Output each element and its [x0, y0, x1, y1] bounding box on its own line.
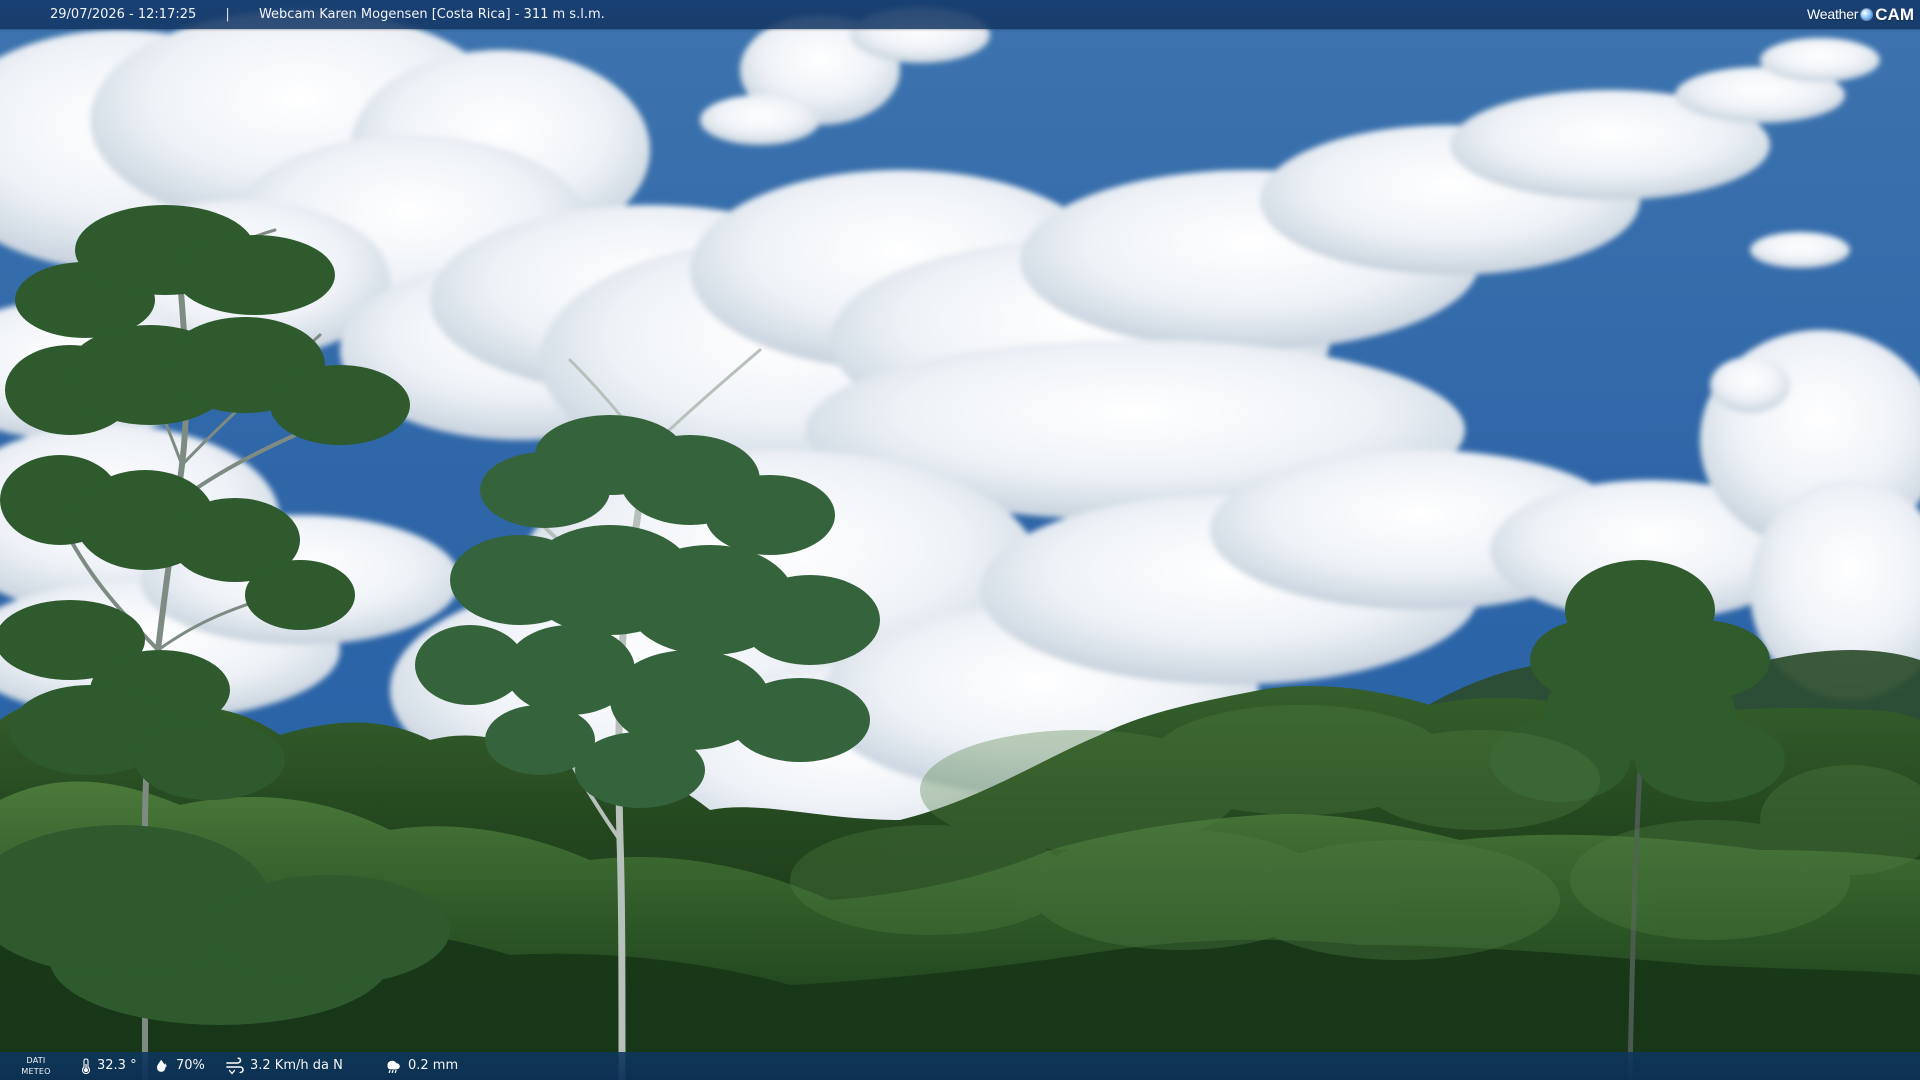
top-left-info: 29/07/2026 - 12:17:25 | Webcam Karen Mog…	[50, 0, 605, 29]
datetime-text: 29/07/2026 - 12:17:25	[50, 7, 197, 22]
dati-label-line-1: DATI	[26, 1056, 46, 1065]
title-separator: |	[225, 7, 230, 22]
landscape-illustration	[0, 0, 1920, 1080]
rain-icon	[385, 1057, 403, 1075]
dati-label-line-2: METEO	[21, 1067, 51, 1076]
wind-value: 3.2 Km/h da N	[250, 1058, 343, 1073]
temperature-value: 32.3 °	[97, 1058, 137, 1073]
rain-readout: 0.2 mm	[385, 1052, 458, 1080]
rain-value: 0.2 mm	[408, 1058, 459, 1073]
humidity-readout: 70%	[153, 1052, 205, 1080]
dati-meteo-label: DATI METEO	[20, 1055, 52, 1077]
top-info-bar: 29/07/2026 - 12:17:25 | Webcam Karen Mog…	[0, 0, 1920, 29]
weather-readout-bar: DATI METEO 32.3 ° 70% 3.2 Km/h da N 0.2 …	[0, 1052, 1920, 1080]
camera-title: Webcam Karen Mogensen [Costa Rica] - 311…	[258, 7, 605, 22]
humidity-drop-icon	[153, 1057, 171, 1075]
wind-icon	[225, 1057, 245, 1075]
webcam-scene	[0, 0, 1920, 1080]
brand-word-weather: Weather	[1807, 6, 1859, 22]
brand-word-cam: CAM	[1875, 5, 1914, 24]
wind-readout: 3.2 Km/h da N	[225, 1052, 343, 1080]
temperature-readout: 32.3 °	[80, 1052, 137, 1080]
thermometer-icon	[80, 1057, 92, 1075]
logo-sun-icon	[1861, 9, 1873, 20]
humidity-value: 70%	[176, 1058, 205, 1073]
weathercam-logo: Weather CAM	[1807, 0, 1920, 29]
